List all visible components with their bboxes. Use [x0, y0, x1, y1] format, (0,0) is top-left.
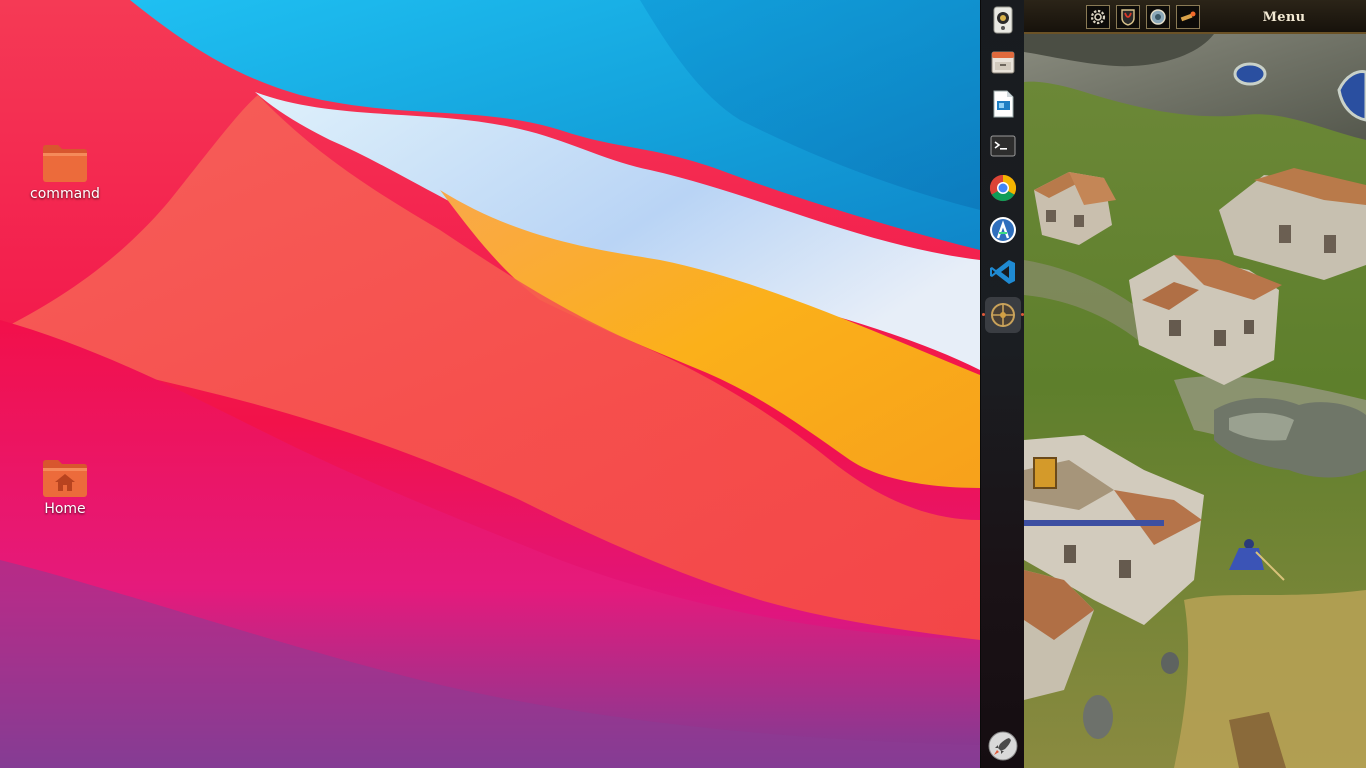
android-studio-icon — [990, 217, 1016, 243]
desktop-icon-label: Home — [44, 501, 86, 517]
terminal-icon — [990, 135, 1016, 157]
settings-gear-icon — [1090, 9, 1106, 25]
desktop-folder-home[interactable]: Home — [20, 457, 110, 517]
dock-item-impress[interactable] — [985, 86, 1021, 122]
screen: command Home Menu — [0, 0, 1366, 768]
running-indicator-left — [982, 313, 985, 316]
launcher-rocket-icon — [988, 731, 1018, 761]
game-diplomacy-button[interactable] — [1116, 5, 1140, 29]
vscode-icon — [990, 260, 1015, 284]
home-folder-icon — [43, 460, 87, 497]
dock-item-terminal[interactable] — [985, 128, 1021, 164]
tech-tree-icon — [1150, 9, 1166, 25]
dock-item-launcher[interactable] — [985, 728, 1021, 764]
dock — [980, 0, 1024, 768]
dock-item-rhythmbox[interactable] — [985, 2, 1021, 38]
game-top-bar: Menu — [1024, 0, 1366, 34]
dock-item-chrome[interactable] — [985, 170, 1021, 206]
game-settings-button[interactable] — [1086, 5, 1110, 29]
desktop[interactable]: command Home — [0, 0, 980, 768]
game-flare-button[interactable] — [1176, 5, 1200, 29]
desktop-icon-label: command — [30, 186, 100, 202]
libreoffice-impress-icon — [993, 90, 1014, 118]
game-crosshair-icon — [991, 303, 1015, 327]
folder-icon — [43, 145, 87, 182]
game-tech-tree-button[interactable] — [1146, 5, 1170, 29]
dock-item-game[interactable] — [985, 297, 1021, 333]
wallpaper — [0, 0, 980, 768]
diplomacy-shield-icon — [1121, 9, 1135, 26]
game-map-view[interactable] — [1024, 0, 1366, 768]
files-drawer-icon — [991, 51, 1015, 74]
dock-item-android-studio[interactable] — [985, 212, 1021, 248]
dock-item-vscode[interactable] — [985, 254, 1021, 290]
chrome-icon — [989, 174, 1017, 202]
desktop-folder-command[interactable]: command — [20, 142, 110, 202]
rhythmbox-speaker-icon — [993, 6, 1013, 34]
dock-item-files[interactable] — [985, 44, 1021, 80]
signal-flare-icon — [1180, 11, 1196, 22]
game-window[interactable]: Menu — [1024, 0, 1366, 768]
game-menu-button[interactable]: Menu — [1214, 4, 1354, 30]
